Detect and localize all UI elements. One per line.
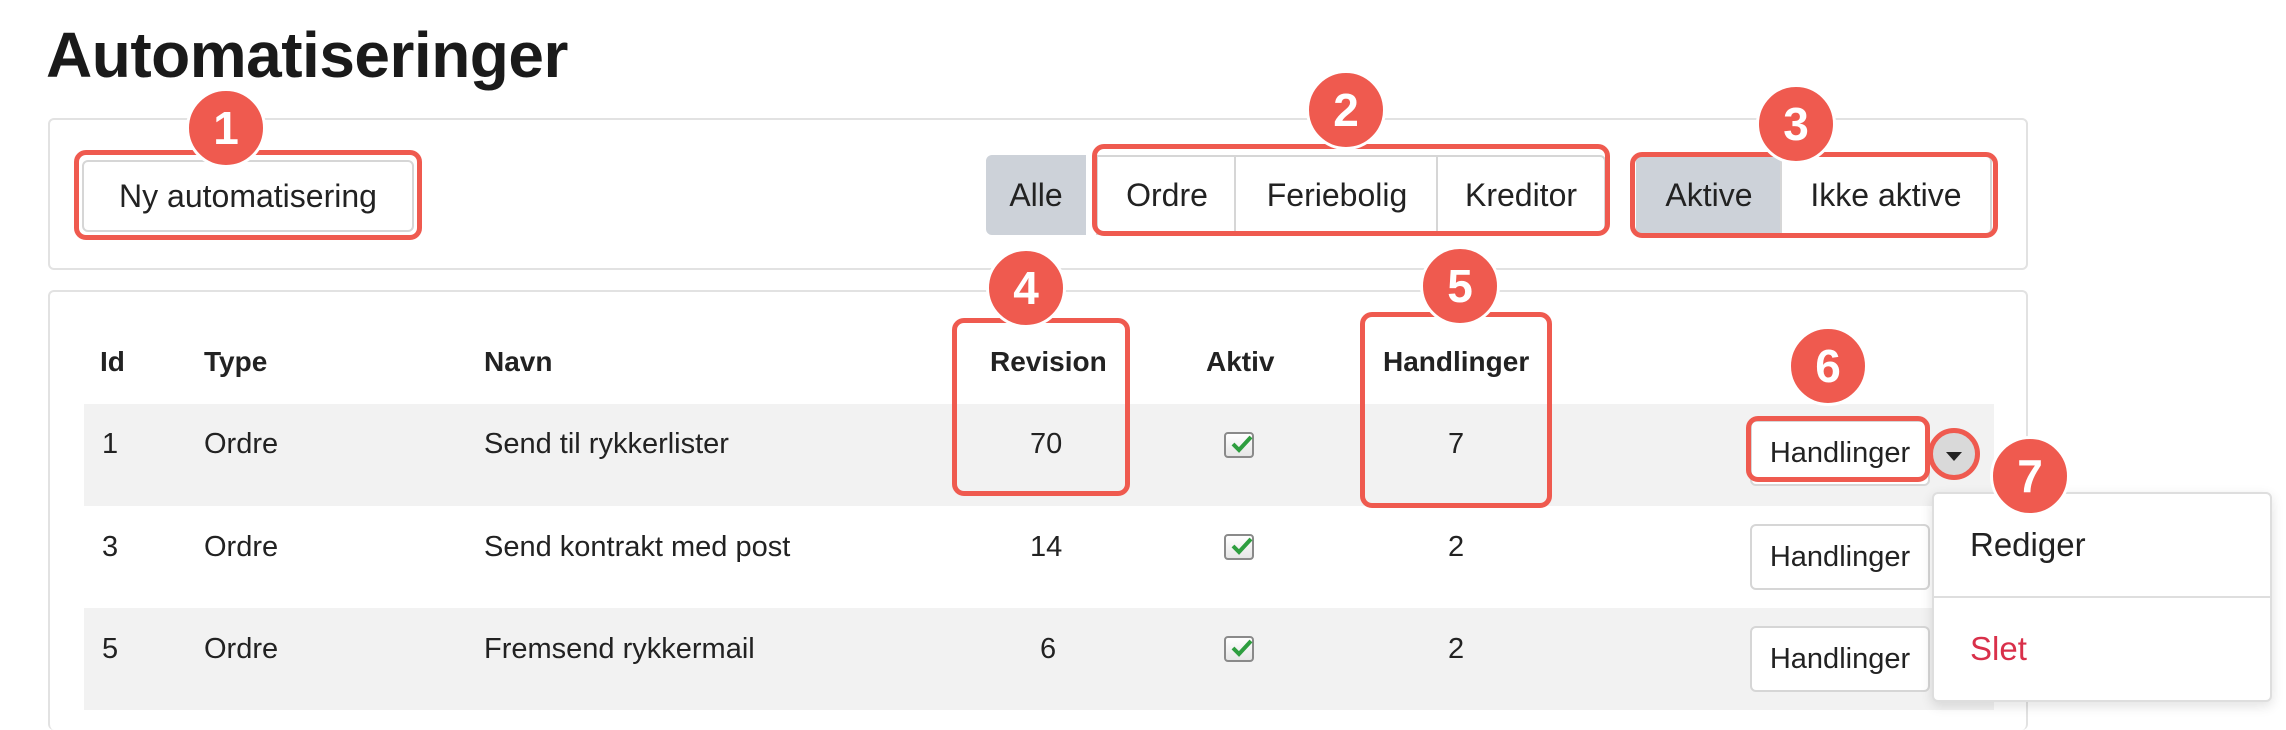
active-check-icon <box>1224 534 1254 560</box>
highlight-status-filters <box>1630 152 1998 238</box>
table-row <box>84 608 1994 710</box>
page-title: Automatiseringer <box>46 19 568 91</box>
cell-name: Send til rykkerlister <box>484 428 729 460</box>
menu-divider <box>1934 596 2270 598</box>
cell-name: Fremsend rykkermail <box>484 633 755 665</box>
header-id: Id <box>100 346 125 377</box>
cell-actions-count: 2 <box>1448 633 1465 665</box>
cell-id: 3 <box>102 531 119 563</box>
annotation-badge-3: 3 <box>1756 84 1836 164</box>
annotation-badge-7: 7 <box>1990 436 2070 516</box>
header-navn: Navn <box>484 346 553 377</box>
highlight-revision <box>952 318 1130 496</box>
annotation-badge-6: 6 <box>1788 326 1868 406</box>
actions-dropdown-menu: Rediger Slet <box>1932 492 2272 702</box>
annotation-badge-4: 4 <box>986 248 1066 328</box>
annotation-badge-1: 1 <box>186 88 266 168</box>
active-check-icon <box>1224 636 1254 662</box>
menu-item-slet[interactable]: Slet <box>1970 630 2027 668</box>
row-actions-button[interactable]: Handlinger <box>1750 524 1930 590</box>
annotation-badge-2: 2 <box>1306 70 1386 150</box>
highlight-handlinger <box>1360 312 1552 508</box>
header-type: Type <box>204 346 268 377</box>
cell-actions-count: 2 <box>1448 531 1465 563</box>
annotation-badge-5: 5 <box>1420 246 1500 326</box>
menu-item-rediger[interactable]: Rediger <box>1970 526 2086 564</box>
cell-id: 1 <box>102 428 119 460</box>
row-actions-button[interactable]: Handlinger <box>1750 626 1930 692</box>
header-aktiv: Aktiv <box>1206 346 1275 377</box>
cell-type: Ordre <box>204 428 279 460</box>
cell-type: Ordre <box>204 633 279 665</box>
highlight-actions-button <box>1746 416 1930 482</box>
cell-type: Ordre <box>204 531 279 563</box>
cell-revision: 6 <box>1040 633 1057 665</box>
cell-id: 5 <box>102 633 119 665</box>
highlight-new-button <box>74 150 422 240</box>
filter-all[interactable]: Alle <box>986 155 1086 235</box>
active-check-icon <box>1224 432 1254 458</box>
cell-revision: 14 <box>1030 531 1063 563</box>
highlight-type-filters <box>1092 144 1610 236</box>
highlight-caret <box>1928 428 1980 480</box>
cell-name: Send kontrakt med post <box>484 531 791 563</box>
